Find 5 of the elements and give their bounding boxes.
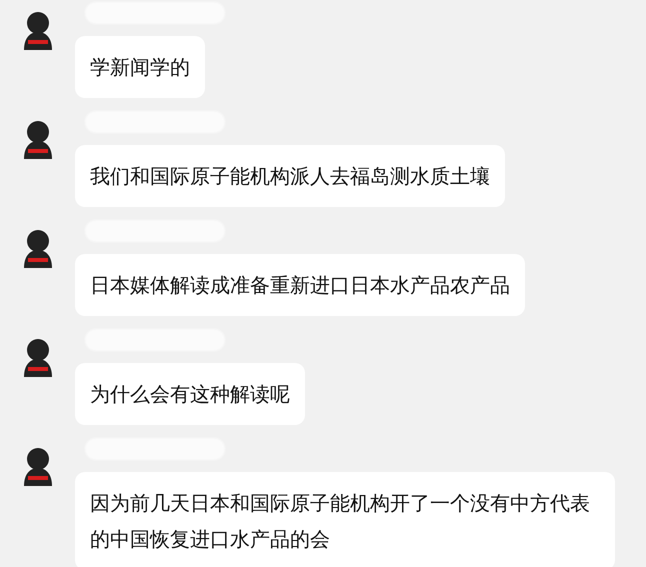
message-bubble: 日本媒体解读成准备重新进口日本水产品农产品 [75, 254, 525, 316]
message-bubble: 因为前几天日本和国际原子能机构开了一个没有中方代表的中国恢复进口水产品的会 [75, 472, 615, 567]
message-bubble: 为什么会有这种解读呢 [75, 363, 305, 425]
message-bubble: 我们和国际原子能机构派人去福岛测水质土壤 [75, 145, 505, 207]
message-bubble: 学新闻学的 [75, 36, 205, 98]
